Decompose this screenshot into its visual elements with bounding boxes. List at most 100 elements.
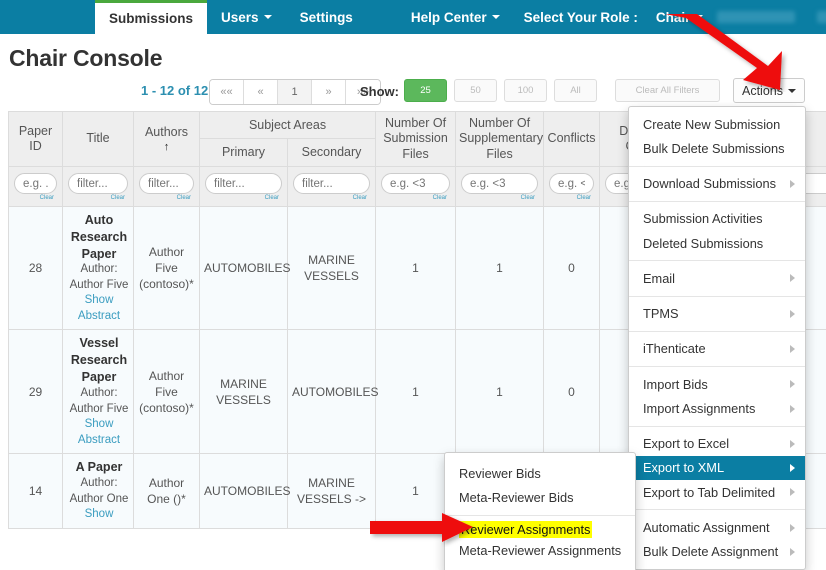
cell-number-of-supplementary-files[interactable]: 1 — [456, 330, 544, 454]
submenu-item-label: Meta-Reviewer Bids — [459, 490, 574, 505]
filter-input-number-of-supplementary-files[interactable] — [461, 173, 538, 194]
role-selector-dropdown[interactable]: Chair — [642, 0, 718, 34]
show-abstract-link-line1[interactable]: Show — [69, 507, 129, 523]
sort-ascending-icon: ↑ — [137, 142, 196, 153]
col-paper-id[interactable]: Paper ID — [9, 112, 63, 167]
filter-input-number-of-submission-files[interactable] — [381, 173, 450, 194]
col-title[interactable]: Title — [63, 112, 134, 167]
actions-button[interactable]: Actions — [733, 78, 805, 103]
cell-number-of-submission-files[interactable]: 1 — [376, 330, 456, 454]
cell-secondary-subject: AUTOMOBILES — [288, 330, 376, 454]
submenu-item-label: Reviewer Bids — [459, 466, 541, 481]
menu-separator — [629, 166, 805, 167]
record-count-text: 1 - 12 of 12 — [141, 83, 208, 98]
cell-number-of-supplementary-files[interactable]: 1 — [456, 206, 544, 330]
cell-number-of-submission-files[interactable]: 1 — [376, 206, 456, 330]
filter-clear-title[interactable]: Clear — [68, 195, 128, 201]
pager-prev-button[interactable]: « — [244, 80, 278, 104]
col-title-label: Title — [86, 131, 109, 145]
menu-item-import-assignments[interactable]: Import Assignments — [629, 396, 805, 420]
clear-all-filters-button[interactable]: Clear All Filters — [615, 79, 720, 102]
submenu-item-reviewer-bids[interactable]: Reviewer Bids — [445, 461, 635, 485]
menu-item-email[interactable]: Email — [629, 266, 805, 290]
menu-separator — [629, 296, 805, 297]
submenu-item-meta-reviewer-bids[interactable]: Meta-Reviewer Bids — [445, 485, 635, 509]
col-authors[interactable]: Authors ↑ — [134, 112, 200, 167]
filter-clear-primary[interactable]: Clear — [205, 195, 282, 201]
menu-item-ithenticate[interactable]: iThenticate — [629, 337, 805, 361]
menu-item-label: Download Submissions — [643, 176, 776, 191]
tab-help-center[interactable]: Help Center — [397, 0, 514, 34]
menu-item-create-new-submission[interactable]: Create New Submission — [629, 112, 805, 136]
filter-clear-number-of-submission-files[interactable]: Clear — [381, 195, 450, 201]
col-primary[interactable]: Primary — [200, 139, 288, 166]
menu-item-export-to-xml[interactable]: Export to XML — [629, 456, 805, 480]
menu-item-automatic-assignment[interactable]: Automatic Assignment — [629, 515, 805, 539]
menu-item-deleted-submissions[interactable]: Deleted Submissions — [629, 231, 805, 255]
page-size-100-button[interactable]: 100 — [504, 79, 547, 102]
menu-item-submission-activities[interactable]: Submission Activities — [629, 207, 805, 231]
author-label: Author: — [69, 386, 129, 402]
show-abstract-link-line2[interactable]: Abstract — [69, 433, 129, 449]
submenu-item-label-highlighted: Reviewer Assignments — [459, 521, 592, 538]
col-secondary[interactable]: Secondary — [288, 139, 376, 166]
menu-item-label: TPMS — [643, 306, 679, 321]
pager-page-1-button[interactable]: 1 — [278, 80, 312, 104]
page-size-25-button[interactable]: 25 — [404, 79, 447, 102]
col-primary-label: Primary — [222, 145, 265, 159]
show-abstract-link-line1[interactable]: Show — [69, 293, 129, 309]
cell-conflicts[interactable]: 0 — [544, 206, 600, 330]
navbar-gap — [367, 0, 397, 34]
cell-primary-subject: AUTOMOBILES — [200, 206, 288, 330]
role-selector-value: Chair — [656, 10, 691, 25]
menu-item-label: Create New Submission — [643, 117, 780, 132]
page-size-all-button[interactable]: All — [554, 79, 597, 102]
menu-item-label: Import Bids — [643, 377, 708, 392]
cell-title: A Paper Author: Author One Show — [63, 454, 134, 528]
cell-conflicts[interactable]: 0 — [544, 330, 600, 454]
menu-item-export-to-excel[interactable]: Export to Excel — [629, 432, 805, 456]
filter-input-paper-id[interactable] — [14, 173, 57, 194]
menu-item-tpms[interactable]: TPMS — [629, 302, 805, 326]
filter-input-title[interactable] — [68, 173, 128, 194]
col-number-of-supplementary-files[interactable]: Number Of Supplementary Files — [456, 112, 544, 167]
submenu-item-meta-reviewer-assignments[interactable]: Meta-Reviewer Assignments — [445, 539, 635, 563]
filter-input-primary[interactable] — [205, 173, 282, 194]
chevron-right-icon — [790, 440, 795, 448]
filter-input-conflicts[interactable] — [549, 173, 594, 194]
col-group-subject-areas-label: Subject Areas — [249, 118, 326, 132]
col-number-of-submission-files[interactable]: Number Of Submission Files — [376, 112, 456, 167]
menu-item-label: Automatic Assignment — [643, 520, 770, 535]
filter-clear-authors[interactable]: Clear — [139, 195, 194, 201]
menu-item-label: Export to XML — [643, 460, 724, 475]
menu-item-import-bids[interactable]: Import Bids — [629, 372, 805, 396]
show-abstract-link-line2[interactable]: Abstract — [69, 309, 129, 325]
filter-clear-conflicts[interactable]: Clear — [549, 195, 594, 201]
show-abstract-link-line1[interactable]: Show — [69, 417, 129, 433]
submenu-item-reviewer-assignments[interactable]: Reviewer Assignments — [445, 521, 635, 539]
cell-primary-subject: AUTOMOBILES — [200, 454, 288, 528]
menu-separator — [629, 366, 805, 367]
menu-item-bulk-delete-submissions[interactable]: Bulk Delete Submissions — [629, 136, 805, 160]
page-size-50-button[interactable]: 50 — [454, 79, 497, 102]
filter-clear-secondary[interactable]: Clear — [293, 195, 370, 201]
tab-users[interactable]: Users — [207, 0, 286, 34]
chevron-right-icon — [790, 405, 795, 413]
filter-input-secondary[interactable] — [293, 173, 370, 194]
col-number-of-supplementary-files-label: Number Of Supplementary Files — [459, 116, 543, 161]
menu-item-download-submissions[interactable]: Download Submissions — [629, 172, 805, 196]
export-to-xml-submenu: Reviewer Bids Meta-Reviewer Bids Reviewe… — [444, 452, 636, 570]
filter-input-authors[interactable] — [139, 173, 194, 194]
actions-button-label: Actions — [742, 84, 783, 98]
menu-item-bulk-delete-assignment[interactable]: Bulk Delete Assignment — [629, 540, 805, 564]
pager-next-button[interactable]: » — [312, 80, 346, 104]
menu-item-export-to-tab-delimited[interactable]: Export to Tab Delimited — [629, 480, 805, 504]
filter-clear-paper-id[interactable]: Clear — [14, 195, 57, 201]
pager-first-button[interactable]: «« — [210, 80, 244, 104]
filter-clear-number-of-supplementary-files[interactable]: Clear — [461, 195, 538, 201]
tab-settings[interactable]: Settings — [286, 0, 367, 34]
cell-secondary-subject: MARINE VESSELS — [288, 206, 376, 330]
tab-submissions[interactable]: Submissions — [95, 0, 207, 34]
col-conflicts[interactable]: Conflicts — [544, 112, 600, 167]
chevron-down-icon — [264, 15, 272, 19]
